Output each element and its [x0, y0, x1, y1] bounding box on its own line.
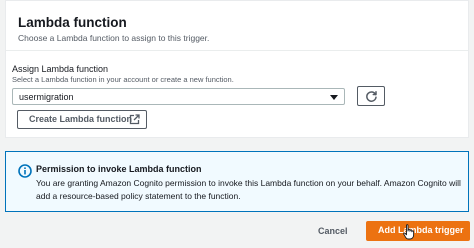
info-icon — [18, 164, 32, 178]
cancel-button[interactable]: Cancel — [318, 224, 348, 238]
panel-description: Choose a Lambda function to assign to th… — [18, 33, 210, 43]
add-lambda-trigger-button[interactable]: Add Lambda trigger — [366, 221, 470, 241]
add-lambda-trigger-label: Add Lambda trigger — [378, 225, 464, 235]
refresh-button[interactable] — [357, 86, 385, 106]
panel-header: Lambda function Choose a Lambda function… — [6, 1, 468, 51]
permission-info-title: Permission to invoke Lambda function — [36, 164, 202, 174]
create-lambda-function-label: Create Lambda function — [29, 114, 133, 124]
hand-cursor-icon — [403, 224, 415, 240]
refresh-icon — [366, 91, 377, 102]
assign-function-description: Select a Lambda function in your account… — [12, 75, 234, 84]
page: Lambda function Choose a Lambda function… — [0, 0, 474, 248]
lambda-function-select[interactable]: usermigration — [12, 88, 345, 105]
external-link-icon — [129, 114, 140, 125]
assign-function-label: Assign Lambda function — [12, 64, 109, 74]
permission-info-body: You are granting Amazon Cognito permissi… — [36, 178, 461, 201]
panel-title: Lambda function — [18, 15, 127, 30]
selected-function-value: usermigration — [19, 92, 74, 102]
caret-down-icon — [330, 95, 338, 100]
create-lambda-function-button[interactable]: Create Lambda function — [17, 110, 147, 129]
